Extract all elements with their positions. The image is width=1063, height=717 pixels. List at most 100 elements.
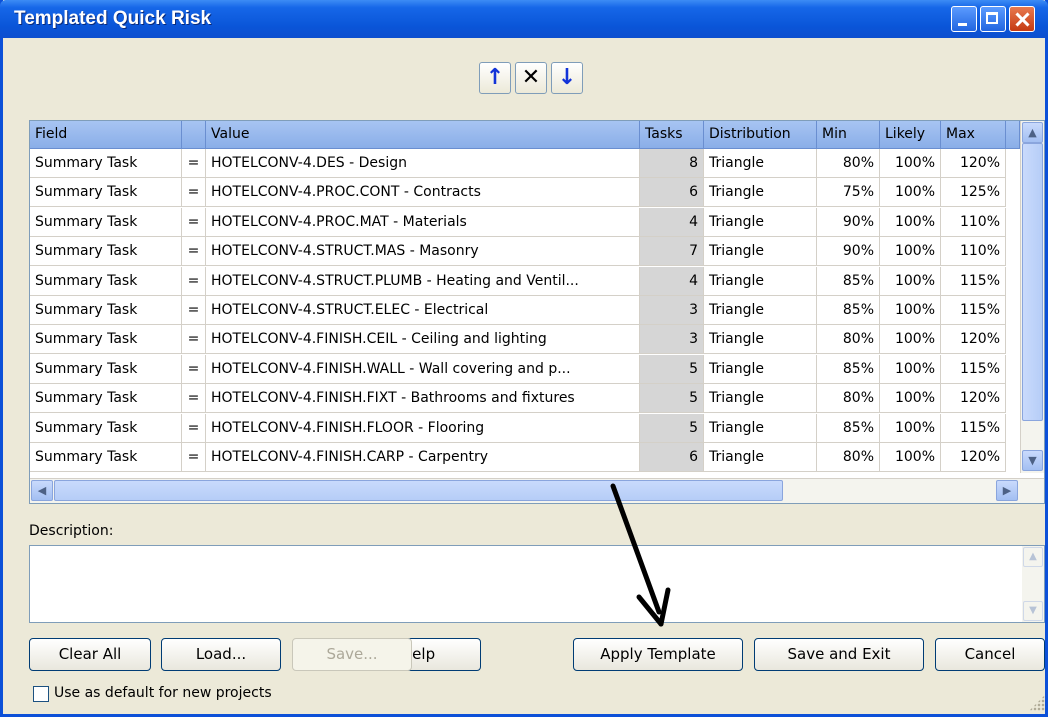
cell-min[interactable]: 80%: [817, 325, 880, 355]
cell-distribution[interactable]: Triangle: [704, 237, 817, 267]
cell-distribution[interactable]: Triangle: [704, 443, 817, 472]
close-button[interactable]: [1009, 6, 1035, 32]
cell-tasks[interactable]: 3: [640, 325, 704, 355]
cell-value[interactable]: HOTELCONV-4.FINISH.CEIL - Ceiling and li…: [206, 325, 640, 355]
column-header-likely[interactable]: Likely: [880, 121, 941, 149]
cell-min[interactable]: 90%: [817, 237, 880, 267]
description-scroll-down-icon[interactable]: ▼: [1023, 601, 1043, 621]
cell-min[interactable]: 75%: [817, 178, 880, 208]
cell-likely[interactable]: 100%: [880, 207, 941, 237]
cell-max[interactable]: 115%: [941, 354, 1006, 384]
cell-operator[interactable]: =: [182, 207, 206, 237]
scroll-left-icon[interactable]: ◀: [31, 480, 53, 501]
cell-likely[interactable]: 100%: [880, 443, 941, 472]
cell-operator[interactable]: =: [182, 237, 206, 267]
cell-value[interactable]: HOTELCONV-4.STRUCT.ELEC - Electrical: [206, 296, 640, 325]
cell-likely[interactable]: 100%: [880, 149, 941, 178]
cell-field[interactable]: Summary Task: [30, 266, 182, 296]
cell-min[interactable]: 85%: [817, 354, 880, 384]
cell-value[interactable]: HOTELCONV-4.PROC.MAT - Materials: [206, 207, 640, 237]
cell-field[interactable]: Summary Task: [30, 443, 182, 472]
cell-tasks[interactable]: 5: [640, 384, 704, 414]
cell-max[interactable]: 125%: [941, 178, 1006, 208]
cell-operator[interactable]: =: [182, 296, 206, 325]
cell-operator[interactable]: =: [182, 443, 206, 472]
cell-operator[interactable]: =: [182, 149, 206, 178]
cell-max[interactable]: 110%: [941, 207, 1006, 237]
cell-value[interactable]: HOTELCONV-4.FINISH.WALL - Wall covering …: [206, 354, 640, 384]
clear-all-button[interactable]: Clear All: [29, 638, 151, 671]
cell-tasks[interactable]: 4: [640, 266, 704, 296]
title-bar[interactable]: Templated Quick Risk: [0, 0, 1048, 38]
column-header-tasks[interactable]: Tasks: [640, 121, 704, 149]
cell-distribution[interactable]: Triangle: [704, 325, 817, 355]
cell-field[interactable]: Summary Task: [30, 354, 182, 384]
cell-tasks[interactable]: 8: [640, 149, 704, 178]
scroll-right-icon[interactable]: ▶: [996, 480, 1018, 501]
cell-min[interactable]: 85%: [817, 266, 880, 296]
cell-likely[interactable]: 100%: [880, 413, 941, 443]
cell-min[interactable]: 85%: [817, 413, 880, 443]
cell-likely[interactable]: 100%: [880, 237, 941, 267]
cell-field[interactable]: Summary Task: [30, 384, 182, 414]
default-projects-checkbox[interactable]: [33, 686, 49, 702]
column-header-max[interactable]: Max: [941, 121, 1006, 149]
cell-value[interactable]: HOTELCONV-4.PROC.CONT - Contracts: [206, 178, 640, 208]
scroll-up-icon[interactable]: ▲: [1022, 122, 1043, 143]
description-scrollbar[interactable]: ▲ ▼: [1022, 546, 1044, 622]
grid-vertical-scrollbar[interactable]: ▲ ▼: [1020, 121, 1044, 473]
save-and-exit-button[interactable]: Save and Exit: [754, 638, 924, 671]
cell-value[interactable]: HOTELCONV-4.STRUCT.PLUMB - Heating and V…: [206, 266, 640, 296]
cell-tasks[interactable]: 6: [640, 443, 704, 472]
cell-distribution[interactable]: Triangle: [704, 178, 817, 208]
cell-min[interactable]: 80%: [817, 384, 880, 414]
column-header-operator[interactable]: [182, 121, 206, 149]
resize-grip-icon[interactable]: [1029, 695, 1045, 711]
cell-field[interactable]: Summary Task: [30, 178, 182, 208]
cell-value[interactable]: HOTELCONV-4.DES - Design: [206, 149, 640, 178]
cell-min[interactable]: 80%: [817, 443, 880, 472]
cell-max[interactable]: 115%: [941, 266, 1006, 296]
cell-distribution[interactable]: Triangle: [704, 296, 817, 325]
description-scroll-up-icon[interactable]: ▲: [1023, 547, 1043, 567]
apply-template-button[interactable]: Apply Template: [573, 638, 743, 671]
cell-min[interactable]: 90%: [817, 207, 880, 237]
cell-max[interactable]: 120%: [941, 325, 1006, 355]
cell-tasks[interactable]: 7: [640, 237, 704, 267]
move-up-button[interactable]: ↑: [479, 62, 511, 94]
cell-tasks[interactable]: 5: [640, 354, 704, 384]
cell-distribution[interactable]: Triangle: [704, 354, 817, 384]
cell-tasks[interactable]: 3: [640, 296, 704, 325]
cell-min[interactable]: 85%: [817, 296, 880, 325]
cell-operator[interactable]: =: [182, 325, 206, 355]
cell-likely[interactable]: 100%: [880, 178, 941, 208]
risk-grid[interactable]: Field Value Tasks Distribution Min Likel…: [29, 120, 1045, 504]
cell-likely[interactable]: 100%: [880, 384, 941, 414]
cell-max[interactable]: 120%: [941, 149, 1006, 178]
cancel-button[interactable]: Cancel: [935, 638, 1045, 671]
cell-field[interactable]: Summary Task: [30, 413, 182, 443]
column-header-value[interactable]: Value: [206, 121, 640, 149]
cell-field[interactable]: Summary Task: [30, 207, 182, 237]
load-button[interactable]: Load...: [161, 638, 281, 671]
description-field[interactable]: ▲ ▼: [29, 545, 1045, 623]
column-header-distribution[interactable]: Distribution: [704, 121, 817, 149]
grid-horizontal-scrollbar[interactable]: ◀ ▶: [30, 478, 1044, 503]
cell-distribution[interactable]: Triangle: [704, 207, 817, 237]
cell-tasks[interactable]: 5: [640, 413, 704, 443]
save-button[interactable]: Save...: [292, 638, 412, 671]
cell-likely[interactable]: 100%: [880, 325, 941, 355]
cell-distribution[interactable]: Triangle: [704, 384, 817, 414]
cell-field[interactable]: Summary Task: [30, 325, 182, 355]
cell-operator[interactable]: =: [182, 384, 206, 414]
cell-operator[interactable]: =: [182, 178, 206, 208]
cell-value[interactable]: HOTELCONV-4.FINISH.FIXT - Bathrooms and …: [206, 384, 640, 414]
maximize-button[interactable]: [980, 6, 1006, 32]
cell-field[interactable]: Summary Task: [30, 296, 182, 325]
cell-distribution[interactable]: Triangle: [704, 413, 817, 443]
cell-value[interactable]: HOTELCONV-4.STRUCT.MAS - Masonry: [206, 237, 640, 267]
cell-field[interactable]: Summary Task: [30, 237, 182, 267]
cell-max[interactable]: 115%: [941, 413, 1006, 443]
scroll-down-icon[interactable]: ▼: [1022, 450, 1043, 471]
cell-min[interactable]: 80%: [817, 149, 880, 178]
